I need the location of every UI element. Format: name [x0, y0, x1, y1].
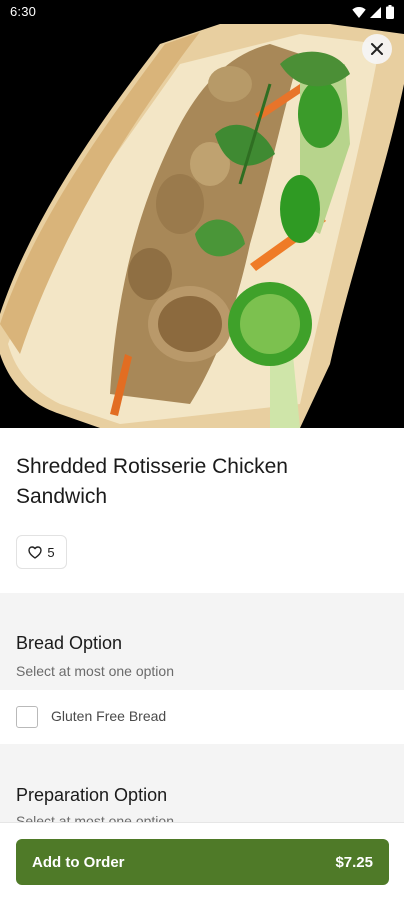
option-label: Gluten Free Bread	[51, 708, 167, 724]
cellular-signal-icon	[370, 6, 381, 18]
status-bar: 6:30	[0, 0, 404, 24]
add-to-order-label: Add to Order	[32, 853, 125, 871]
option-gluten-free-bread[interactable]: Gluten Free Bread	[0, 690, 404, 744]
add-to-order-button[interactable]: Add to Order $7.25	[16, 839, 389, 885]
bread-option-subtitle: Select at most one option	[16, 663, 174, 679]
close-icon	[371, 43, 383, 55]
gluten-free-checkbox[interactable]	[16, 706, 38, 728]
product-image	[0, 24, 404, 428]
bread-option-heading: Bread Option	[16, 633, 123, 653]
status-icons	[352, 5, 394, 19]
battery-icon	[386, 5, 394, 19]
status-time: 6:30	[10, 4, 37, 19]
wifi-icon	[352, 6, 366, 18]
order-price: $7.25	[335, 853, 373, 871]
preparation-option-section: Preparation Option Select at most one op…	[0, 744, 404, 834]
bottom-action-bar: Add to Order $7.25	[0, 822, 404, 900]
like-button[interactable]: 5	[16, 535, 67, 569]
bread-option-section: Bread Option Select at most one option	[0, 593, 404, 690]
like-count: 5	[47, 544, 55, 560]
close-button[interactable]	[362, 34, 392, 64]
heart-outline-icon	[28, 545, 43, 559]
item-title: Shredded Rotisserie Chicken Sandwich	[16, 455, 288, 508]
preparation-option-heading: Preparation Option	[16, 785, 168, 805]
